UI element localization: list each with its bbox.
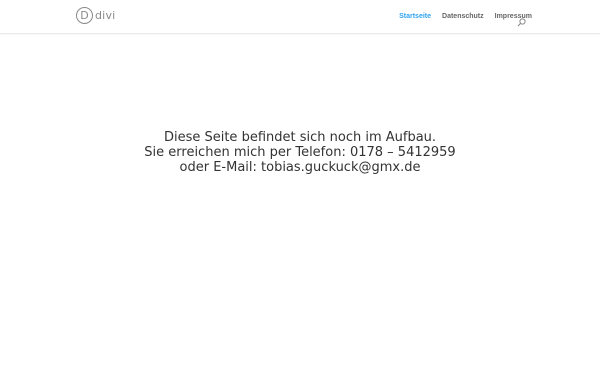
logo-text: divi <box>95 9 116 22</box>
nav-item-datenschutz[interactable]: Datenschutz <box>442 13 484 20</box>
nav-item-impressum[interactable]: Impressum <box>495 13 532 20</box>
search-icon[interactable] <box>517 12 526 27</box>
main-navigation: Startseite Datenschutz Impressum <box>388 13 532 20</box>
nav-item-startseite[interactable]: Startseite <box>399 13 431 20</box>
main-content: Diese Seite befindet sich noch im Aufbau… <box>0 130 600 175</box>
notice-line-email: oder E-Mail: tobias.guckuck@gmx.de <box>179 160 421 175</box>
notice-line-phone: Sie erreichen mich per Telefon: 0178 – 5… <box>144 145 456 160</box>
site-logo[interactable]: D divi <box>76 7 115 24</box>
notice-line-construction: Diese Seite befindet sich noch im Aufbau… <box>163 130 437 145</box>
logo-mark: D <box>76 7 93 24</box>
site-header: D divi Startseite Datenschutz Impressum <box>0 0 600 34</box>
page: D divi Startseite Datenschutz Impressum … <box>0 0 600 375</box>
